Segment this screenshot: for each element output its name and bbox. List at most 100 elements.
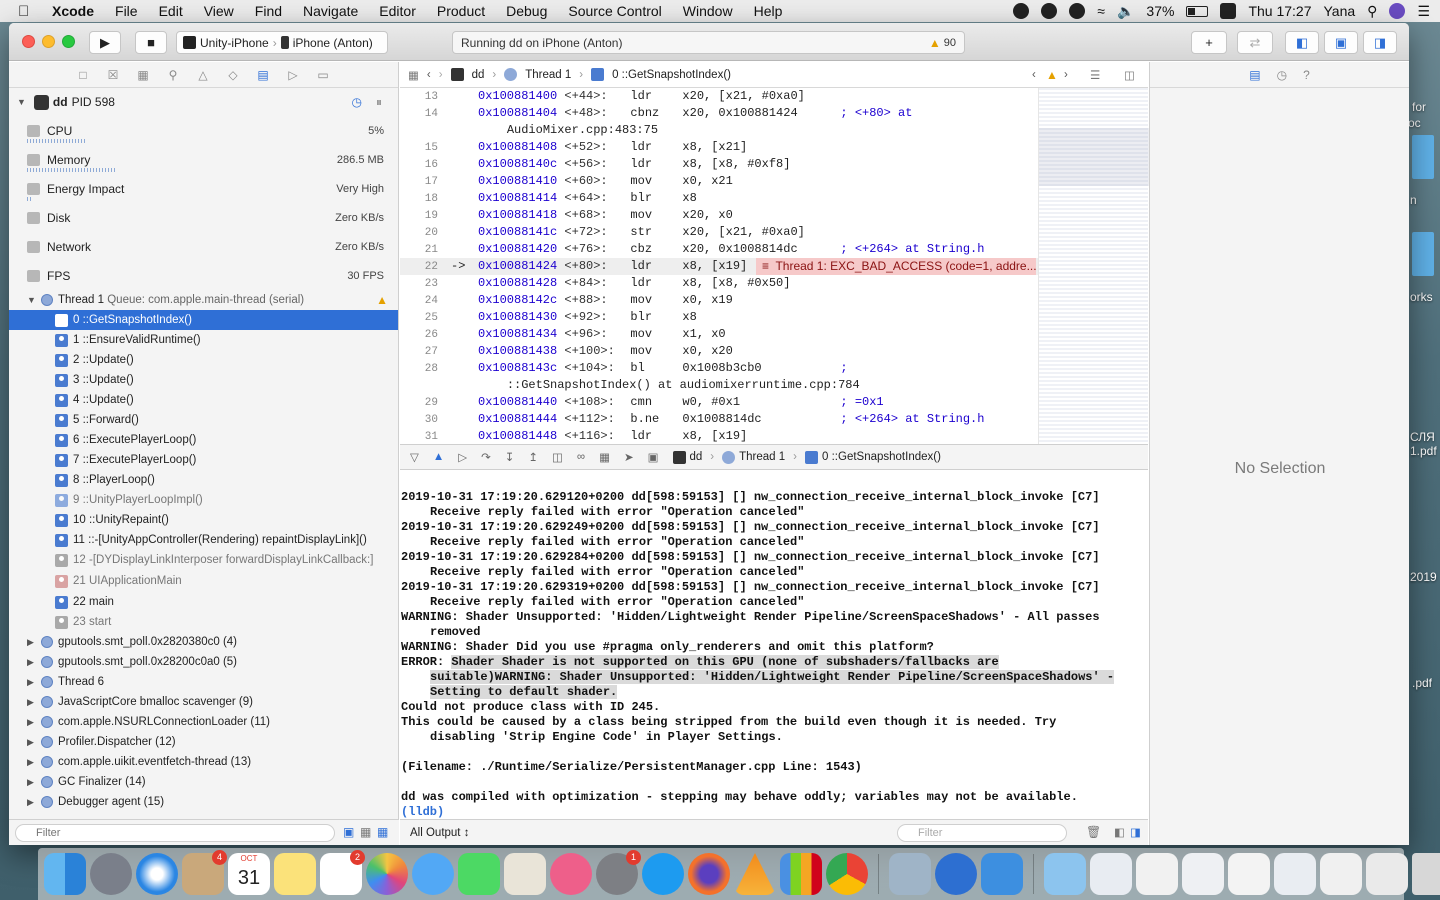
code-line[interactable]: 23 0x100881428 <+84>: ldr x8, [x8, #0x50] [400,275,1038,292]
clock[interactable]: Thu 17:27 [1248,3,1311,19]
source-control-icon[interactable]: ☒ [105,68,121,82]
thread-row-main[interactable]: ▼ Thread 1 Queue: com.apple.main-thread … [9,290,398,310]
output-selector[interactable]: All Output ↕ [410,827,469,839]
code-line[interactable]: 27 0x100881438 <+100>: mov x0, x20 [400,343,1038,360]
photos-icon[interactable] [366,853,408,895]
symbol-icon[interactable]: ▦ [135,68,151,82]
thread-row[interactable]: ▶ Profiler.Dispatcher (12) [9,732,398,752]
code-line[interactable]: 28 0x10088143c <+104>: bl 0x1008b3cb0; [400,360,1038,377]
notes-icon[interactable] [274,853,316,895]
code-line[interactable]: 14 0x100881404 <+48>: cbnz x20, 0x100881424… [400,105,1038,122]
continue-icon[interactable]: ▷ [458,450,467,464]
messages-icon[interactable] [412,853,454,895]
safari-icon[interactable] [136,853,178,895]
thread-row[interactable]: ▶ JavaScriptCore bmalloc scavenger (9) [9,692,398,712]
desktop-folder-icon[interactable] [1412,135,1434,179]
firefox-icon[interactable] [688,853,730,895]
stack-frame-row[interactable]: 6 ::ExecutePlayerLoop() [9,430,398,450]
folder-icon[interactable]: □ [75,68,91,82]
disclosure-right-icon[interactable]: ▶ [27,657,37,668]
back-arrow-icon[interactable]: ‹ [427,69,431,81]
gauge-cpu[interactable]: CPU 5% [9,116,398,145]
debug-view-hierarchy-icon[interactable]: ◫ [552,450,563,464]
code-line[interactable]: 18 0x100881414 <+64>: blr x8 [400,190,1038,207]
stack-frame-row[interactable]: 3 ::Update() [9,370,398,390]
gauge-network[interactable]: Network Zero KB/s [9,232,398,261]
debug-navigator-icon[interactable]: ▤ [255,68,271,82]
code-line[interactable]: 31 0x100881448 <+116>: ldr x8, [x19] [400,428,1038,444]
related-items-icon[interactable]: ▦ [408,68,419,82]
breakpoints-toggle-icon[interactable]: ▲ [433,451,444,463]
bolt-icon[interactable] [1041,3,1058,19]
thread-row[interactable]: ▶ gputools.smt_poll.0x28200c0a0 (5) [9,652,398,672]
navigator-filter-input[interactable] [15,824,335,842]
code-line[interactable]: 30 0x100881444 <+112>: b.ne 0x1008814dc ; <+… [400,411,1038,428]
lldb-prompt[interactable]: (lldb) [400,805,1148,819]
scheme-selector[interactable]: Unity-iPhone › iPhone (Anton) [176,31,388,54]
code-line[interactable]: 19 0x100881418 <+68>: mov x20, x0 [400,207,1038,224]
disclosure-right-icon[interactable]: ▶ [27,797,37,808]
desktop-folder-icon[interactable] [1412,232,1434,276]
notification-center-icon[interactable]: ☰ [1417,3,1430,20]
hide-debug-area-icon[interactable]: ▽ [410,450,419,464]
code-line[interactable]: 16 0x10088140c <+56>: ldr x8, [x8, #0xf8] [400,156,1038,173]
menu-app-name[interactable]: Xcode [52,3,94,19]
vlc-icon[interactable] [734,853,776,895]
stack-frame-row[interactable]: 22 main [9,592,398,612]
filter-grid-icon[interactable]: ▦ [360,825,371,839]
stack-frame-row[interactable]: 2 ::Update() [9,350,398,370]
prev-issue-icon[interactable]: ‹ [1032,69,1036,81]
code-line[interactable]: 17 0x100881410 <+60>: mov x0, x21 [400,173,1038,190]
code-line[interactable]: ::GetSnapshotIndex() at audiomixerruntim… [400,377,1038,394]
system-preferences-icon[interactable]: 1 [596,850,641,895]
desktop-file-label[interactable]: n [1410,193,1417,207]
process-header[interactable]: ▼ dd PID 598 ◷ ⏸ [9,88,398,116]
thread-row[interactable]: ▶ com.apple.uikit.eventfetch-thread (13) [9,752,398,772]
gauge-memory[interactable]: Memory 286.5 MB [9,145,398,174]
step-out-icon[interactable]: ↥ [528,450,538,464]
disclosure-right-icon[interactable]: ▶ [27,717,37,728]
document-stack-icon[interactable] [1182,853,1224,895]
editor-options-icon[interactable]: ☰ [1090,68,1100,82]
thread-row[interactable]: ▶ Debugger agent (15) [9,792,398,812]
test-diamond-icon[interactable]: ◇ [225,68,241,82]
forward-arrow-icon[interactable]: › [439,69,443,81]
textedit-icon[interactable] [504,853,546,895]
simulate-location-icon[interactable]: ➤ [624,450,634,464]
downloads-folder-icon[interactable] [1044,853,1086,895]
preview-icon[interactable] [889,853,931,895]
menu-source-control[interactable]: Source Control [568,3,661,19]
thread-row[interactable]: ▶ com.apple.NSURLConnectionLoader (11) [9,712,398,732]
camera-icon[interactable]: ▣ [648,450,659,464]
disclosure-right-icon[interactable]: ▶ [27,757,37,768]
code-line[interactable]: 29 0x100881440 <+108>: cmn w0, #0x1 ; =0x1 [400,394,1038,411]
trash-icon[interactable] [1412,853,1440,895]
show-console-icon[interactable]: ◨ [1130,825,1141,839]
memory-graph-icon[interactable]: ∞ [577,451,585,463]
disclosure-right-icon[interactable]: ▶ [27,697,37,708]
stack-frame-row[interactable]: 5 ::Forward() [9,410,398,430]
menu-view[interactable]: View [204,3,234,19]
cloud-icon[interactable] [1013,3,1030,19]
wifi-icon[interactable]: ≈ [1097,3,1105,19]
document-stack-icon[interactable] [1090,853,1132,895]
toggle-inspector-button[interactable]: ◨ [1363,31,1397,54]
stack-frame-row[interactable]: 7 ::ExecutePlayerLoop() [9,450,398,470]
menu-file[interactable]: File [115,3,138,19]
calendar-icon[interactable]: OCT 31 [228,853,270,895]
menu-product[interactable]: Product [437,3,485,19]
stack-frame-row[interactable]: 23 start [9,612,398,632]
process-options-icon[interactable]: ◷ [352,95,362,109]
menu-window[interactable]: Window [683,3,733,19]
gauge-energy[interactable]: Energy Impact Very High [9,174,398,203]
trash-icon[interactable]: 🗑 [1086,825,1101,839]
code-line[interactable]: 20 0x10088141c <+72>: str x20, [x21, #0xa0] [400,224,1038,241]
code-line[interactable]: 15 0x100881408 <+52>: ldr x8, [x21] [400,139,1038,156]
code-line[interactable]: 22 -> 0x100881424 <+80>: ldr x8, [x19] ≡ Thre… [400,258,1038,275]
jump-thread[interactable]: Thread 1 [525,69,571,81]
launchpad-icon[interactable] [90,853,132,895]
minimap-visible-region[interactable] [1039,128,1149,186]
disclosure-right-icon[interactable]: ▶ [27,737,37,748]
file-inspector-icon[interactable]: ▤ [1249,68,1260,82]
code-line[interactable]: 26 0x100881434 <+96>: mov x1, x0 [400,326,1038,343]
